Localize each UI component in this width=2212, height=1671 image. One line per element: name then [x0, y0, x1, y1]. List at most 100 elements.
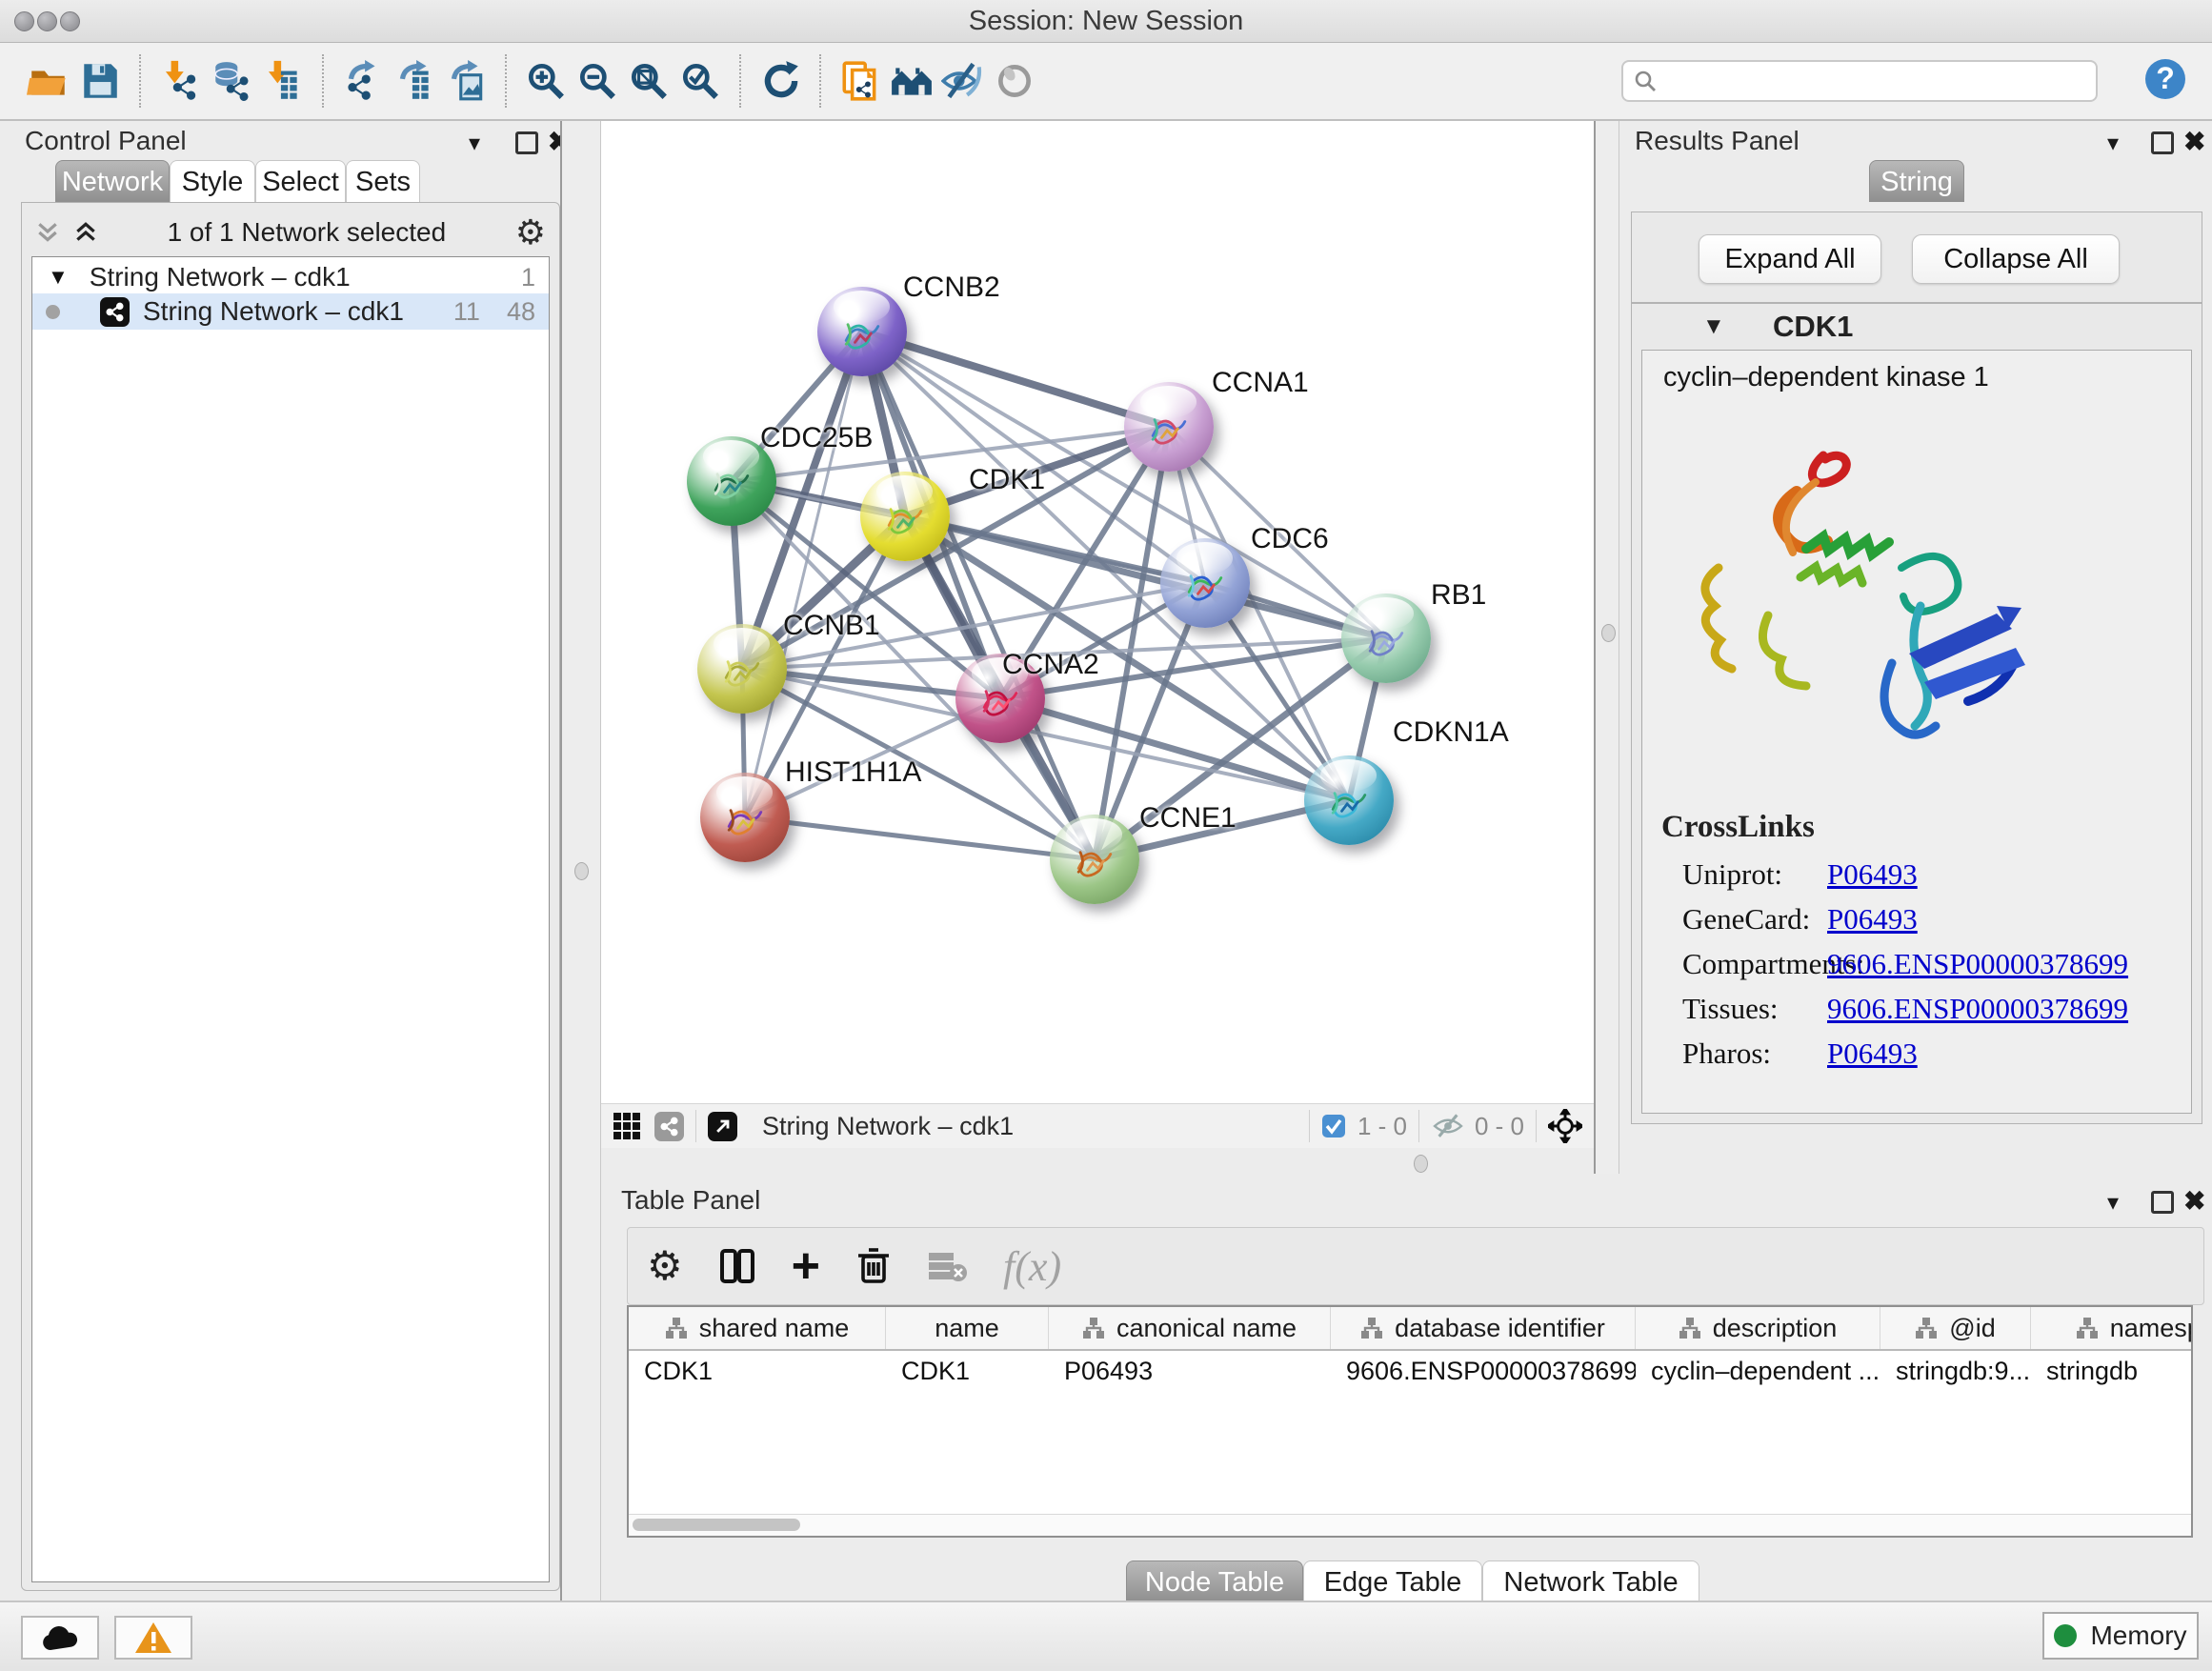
table-panel-menu-icon[interactable]: ▾ [2107, 1189, 2119, 1217]
string-view-icon[interactable] [654, 1112, 684, 1141]
network-canvas[interactable]: CCNB2CCNA1CDC25BCDK1CDC6RB1CCNB1CCNA2CDK… [601, 121, 1594, 1103]
left-splitter-handle[interactable] [574, 862, 589, 880]
tab-node-table[interactable]: Node Table [1126, 1560, 1303, 1602]
scrollbar-thumb[interactable] [633, 1519, 800, 1531]
zoom-out-button[interactable] [572, 54, 623, 108]
network-node-RB1[interactable] [1341, 594, 1431, 683]
bottom-splitter-handle[interactable] [1414, 1155, 1428, 1173]
zoom-in-button[interactable] [520, 54, 572, 108]
column-header-canonical-name[interactable]: canonical name [1049, 1307, 1331, 1349]
add-column-icon[interactable]: + [792, 1247, 820, 1285]
left-splitter[interactable] [560, 121, 601, 1601]
table-panel-float-icon[interactable] [2151, 1191, 2174, 1214]
export-network-button[interactable] [337, 54, 389, 108]
cell-description[interactable]: cyclin–dependent ... [1636, 1351, 1880, 1391]
network-row-selected[interactable]: String Network – cdk1 11 48 [32, 293, 549, 330]
string-home-button[interactable] [886, 54, 937, 108]
export-table-button[interactable] [389, 54, 440, 108]
crosslink-link[interactable]: 9606.ENSP00000378699 [1827, 992, 2128, 1026]
cell-database-identifier[interactable]: 9606.ENSP00000378699 [1331, 1351, 1636, 1391]
refresh-view-button[interactable] [754, 54, 806, 108]
birds-eye-view-icon[interactable] [613, 1110, 641, 1142]
expand-all-button[interactable]: Expand All [1699, 234, 1881, 284]
cell-shared-name[interactable]: CDK1 [629, 1351, 886, 1391]
cloud-button[interactable] [21, 1616, 99, 1660]
tab-network-table[interactable]: Network Table [1482, 1560, 1699, 1602]
crosslink-label: Uniprot: [1682, 857, 1827, 892]
search-input[interactable] [1658, 66, 2086, 97]
network-node-CCNB2[interactable] [817, 287, 907, 376]
tab-network[interactable]: Network [55, 160, 170, 202]
collapse-all-button[interactable]: Collapse All [1912, 234, 2120, 284]
show-eye-button[interactable] [989, 54, 1040, 108]
network-list-options-gear-icon[interactable]: ⚙ [515, 212, 546, 252]
tab-edge-table[interactable]: Edge Table [1303, 1560, 1482, 1602]
control-panel-menu-icon[interactable]: ▾ [469, 130, 480, 157]
cell--id[interactable]: stringdb:9... [1880, 1351, 2031, 1391]
column-header-database-identifier[interactable]: database identifier [1331, 1307, 1636, 1349]
export-image-button[interactable] [440, 54, 492, 108]
warnings-button[interactable] [114, 1616, 192, 1660]
network-node-CDKN1A[interactable] [1304, 755, 1394, 845]
column-header-description[interactable]: description [1636, 1307, 1880, 1349]
memory-button[interactable]: Memory [2042, 1612, 2199, 1660]
zoom-selected-button[interactable] [674, 54, 726, 108]
node-label-HIST1H1A: HIST1H1A [785, 756, 921, 789]
network-node-CCNB1[interactable] [697, 624, 787, 714]
tab-sets[interactable]: Sets [346, 160, 420, 202]
network-node-CDC6[interactable] [1160, 538, 1250, 628]
edge-HIST1H1A-CCNE1[interactable] [745, 817, 1095, 859]
network-node-CCNA1[interactable] [1124, 382, 1214, 472]
crosslink-link[interactable]: P06493 [1827, 857, 1918, 892]
open-session-button[interactable] [23, 54, 74, 108]
detach-view-icon[interactable] [708, 1112, 737, 1141]
results-panel-close-icon[interactable]: ✖ [2183, 126, 2205, 157]
results-panel-menu-icon[interactable]: ▾ [2107, 130, 2119, 157]
network-node-CCNE1[interactable] [1050, 815, 1139, 904]
right-splitter-handle[interactable] [1601, 624, 1616, 642]
selected-checkbox-icon[interactable] [1321, 1114, 1346, 1138]
table-options-gear-icon[interactable]: ⚙ [647, 1247, 683, 1285]
save-session-button[interactable] [74, 54, 126, 108]
column-header-shared-name[interactable]: shared name [629, 1307, 886, 1349]
node-structure-thumbnail-icon [875, 492, 935, 545]
results-panel-float-icon[interactable] [2151, 131, 2174, 154]
column-header-name[interactable]: name [886, 1307, 1049, 1349]
table-horizontal-scrollbar[interactable] [629, 1514, 2191, 1536]
network-node-CDK1[interactable] [860, 472, 950, 561]
crosslink-link[interactable]: 9606.ENSP00000378699 [1827, 947, 2128, 981]
control-panel-float-icon[interactable] [515, 131, 538, 154]
edge-CCNB2-CCNA1[interactable] [862, 332, 1169, 427]
gene-section-expander-icon[interactable]: ▼ [1702, 313, 1725, 340]
cell-namespace[interactable]: stringdb [2031, 1351, 2193, 1391]
fit-center-crosshair-icon[interactable] [1548, 1109, 1582, 1143]
hide-graphics-details-icon [941, 59, 985, 103]
table-panel-close-icon[interactable]: ✖ [2183, 1185, 2205, 1217]
right-splitter[interactable] [1594, 121, 1619, 1174]
help-button[interactable]: ? [2142, 55, 2189, 108]
hidden-items-eye-icon [1431, 1113, 1465, 1139]
expand-all-icon[interactable] [73, 220, 98, 245]
column-header--id[interactable]: @id [1880, 1307, 2031, 1349]
table-row[interactable]: CDK1CDK1P064939606.ENSP00000378699cyclin… [629, 1351, 2193, 1391]
collapse-all-icon[interactable] [35, 220, 60, 245]
import-table-from-file-button[interactable] [257, 54, 309, 108]
hide-graphics-details-button[interactable] [937, 54, 989, 108]
column-header-namespace[interactable]: namespace [2031, 1307, 2193, 1349]
network-collection-row[interactable]: ▼ String Network – cdk1 1 [32, 259, 549, 295]
tab-style[interactable]: Style [170, 160, 255, 202]
network-node-HIST1H1A[interactable] [700, 773, 790, 862]
tab-select[interactable]: Select [255, 160, 346, 202]
import-network-from-database-button[interactable] [206, 54, 257, 108]
import-network-from-file-button[interactable] [154, 54, 206, 108]
collection-expander-icon[interactable]: ▼ [48, 265, 69, 290]
tab-string-results[interactable]: String [1869, 160, 1964, 202]
clone-network-button[interactable] [835, 54, 886, 108]
show-columns-icon[interactable] [719, 1247, 755, 1285]
zoom-fit-content-button[interactable] [623, 54, 674, 108]
cell-canonical-name[interactable]: P06493 [1049, 1351, 1331, 1391]
crosslink-link[interactable]: P06493 [1827, 1037, 1918, 1071]
cell-name[interactable]: CDK1 [886, 1351, 1049, 1391]
crosslink-link[interactable]: P06493 [1827, 902, 1918, 936]
delete-column-trash-icon[interactable] [856, 1247, 891, 1285]
